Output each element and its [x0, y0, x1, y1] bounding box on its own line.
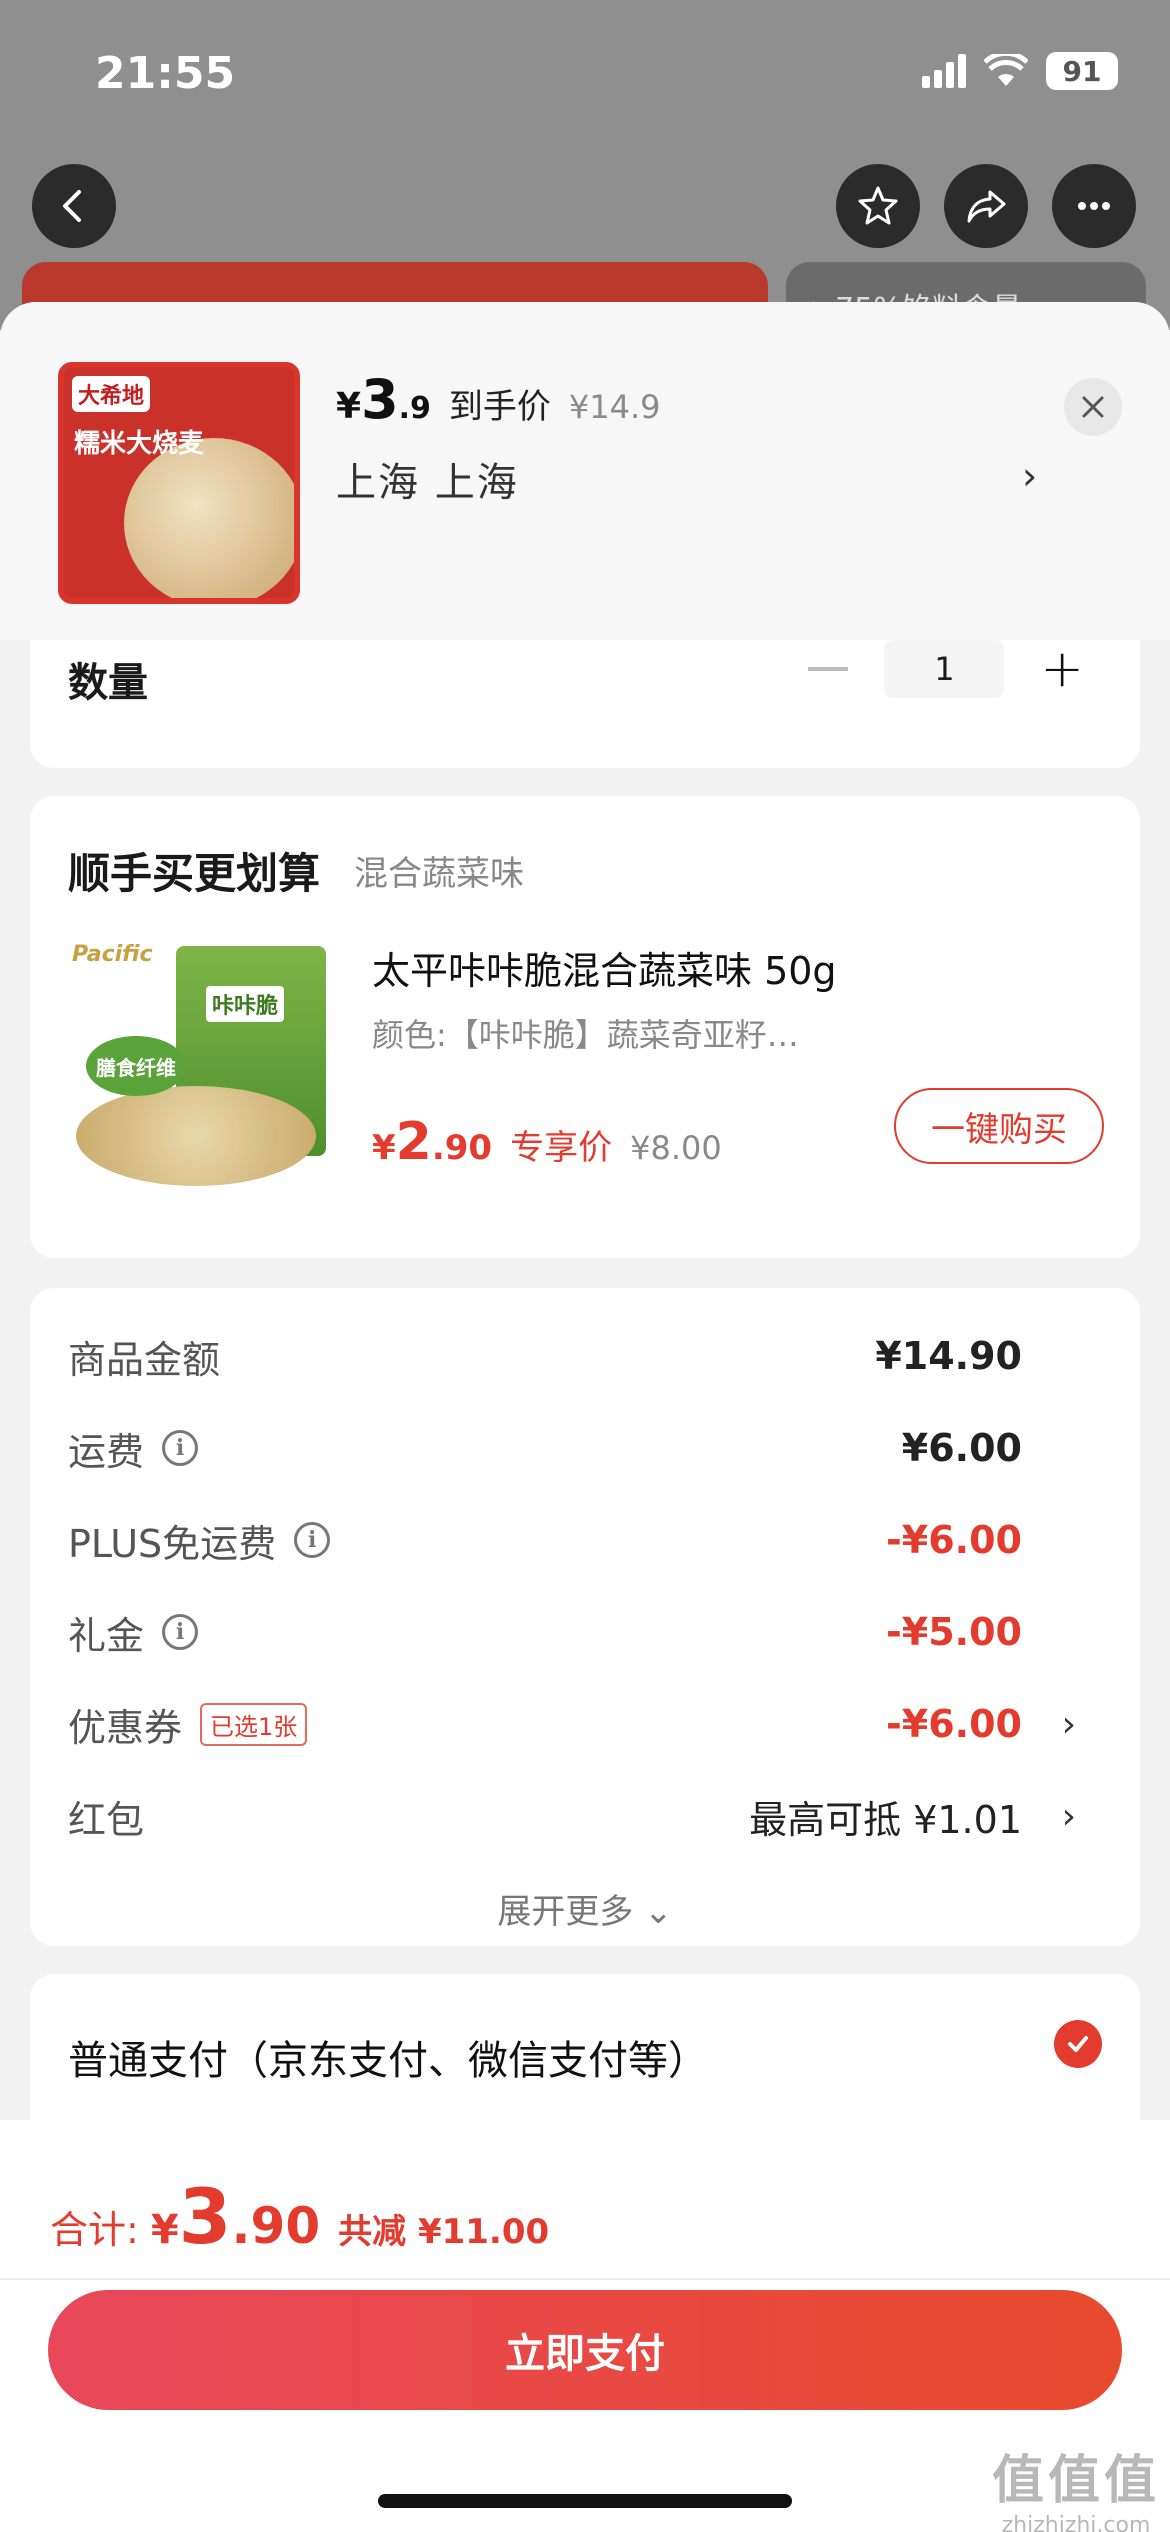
recommend-price: ¥2.90 专享价 ¥8.00 [372, 1112, 722, 1172]
check-icon[interactable] [1054, 2020, 1102, 2068]
share-button[interactable] [944, 164, 1028, 248]
chevron-left-icon [63, 190, 81, 222]
fee-value: ¥14.90 [875, 1334, 1022, 1378]
total-label: 合计: [50, 2208, 139, 2252]
product-price: ¥3.9 到手价 ¥14.9 [336, 368, 661, 431]
share-icon [967, 190, 1006, 223]
chevron-right-icon[interactable]: › [1062, 1796, 1076, 1837]
final-price-label: 到手价 [448, 387, 551, 427]
recommend-price-label: 专享价 [510, 1128, 613, 1168]
fee-value: -¥5.00 [886, 1610, 1022, 1654]
fee-row-gift: 礼金 i -¥5.00 [68, 1610, 1022, 1658]
payment-method-label[interactable]: 普通支付（京东支付、微信支付等） [68, 2028, 708, 2086]
fee-row-plus-shipping: PLUS免运费 i -¥6.00 [68, 1518, 1022, 1566]
chevron-right-icon[interactable]: › [1062, 1704, 1076, 1745]
status-time: 21:55 [95, 48, 236, 99]
original-price: ¥14.9 [568, 388, 661, 426]
total-savings: 共减 ¥11.00 [338, 2212, 550, 2252]
cellular-signal-icon [922, 54, 966, 88]
recommend-title: 顺手买更划算 [68, 849, 321, 898]
final-price: ¥3.9 [336, 368, 431, 431]
fee-row-coupon[interactable]: 优惠券 已选1张 -¥6.00 › [68, 1694, 1102, 1754]
chevron-down-icon: ⌄ [644, 1892, 673, 1932]
watermark: 值值值 zhizhizhi.com [991, 2451, 1160, 2532]
product-food-image [124, 438, 294, 598]
checkout-sheet: 大希地 糯米大烧麦 ¥3.9 到手价 ¥14.9 上海 上海 › 数量 1 + … [0, 302, 1170, 2122]
chevron-right-icon[interactable]: › [1022, 454, 1037, 498]
quantity-label: 数量 [68, 660, 148, 706]
close-button[interactable] [1064, 378, 1122, 436]
cracker-image [76, 1086, 316, 1186]
recommend-product-image[interactable]: 咔咔脆 Pacific 膳食纤维 [66, 936, 336, 1206]
order-total: 合计: ¥3.90 共减 ¥11.00 [50, 2172, 549, 2261]
coupon-selected-badge: 已选1张 [200, 1702, 308, 1746]
divider [0, 2278, 1170, 2280]
delivery-address[interactable]: 上海 上海 [336, 450, 519, 508]
recommend-original-price: ¥8.00 [630, 1129, 722, 1167]
wifi-icon [984, 54, 1028, 86]
fee-value: 最高可抵 ¥1.01 [749, 1797, 1022, 1842]
expand-more-button[interactable]: 展开更多 ⌄ [30, 1884, 1140, 1933]
background-page: 21:55 91 ≥75%馅料含量 [0, 0, 1170, 362]
close-icon [1082, 396, 1104, 418]
fee-value: ¥6.00 [901, 1426, 1022, 1470]
checkout-footer: 合计: ¥3.90 共减 ¥11.00 立即支付 值值值 zhizhizhi.c… [0, 2120, 1170, 2532]
recommend-product-name[interactable]: 太平咔咔脆混合蔬菜味 50g [372, 940, 837, 995]
back-button[interactable] [32, 164, 116, 248]
fee-row-shipping: 运费 i ¥6.00 [68, 1426, 1022, 1474]
favorite-button[interactable] [836, 164, 920, 248]
quantity-stepper[interactable]: 1 + [808, 640, 1084, 698]
payment-card: 普通支付（京东支付、微信支付等） [30, 1974, 1140, 2122]
fee-row-goods: 商品金额 ¥14.90 [68, 1334, 1022, 1382]
brand-logo: Pacific [72, 942, 153, 967]
quantity-card: 数量 1 + [30, 640, 1140, 768]
recommend-final-price: ¥2.90 [372, 1112, 493, 1172]
info-icon[interactable]: i [162, 1614, 199, 1650]
pay-now-button[interactable]: 立即支付 [48, 2290, 1122, 2410]
thumb-brand: 大希地 [72, 376, 151, 412]
recommend-product-spec[interactable]: 颜色:【咔咔脆】蔬菜奇亚籽… [372, 1010, 892, 1056]
more-dots-icon [1078, 202, 1110, 210]
info-icon[interactable]: i [162, 1430, 199, 1466]
fee-card: 商品金额 ¥14.90 运费 i ¥6.00 PLUS免运费 i -¥6.00 礼金… [30, 1288, 1140, 1946]
increase-button[interactable]: + [1040, 643, 1084, 695]
star-icon [858, 186, 898, 225]
fee-value: -¥6.00 [886, 1518, 1022, 1562]
product-thumbnail[interactable]: 大希地 糯米大烧麦 [58, 362, 300, 604]
thumb-product-name: 糯米大烧麦 [74, 429, 205, 459]
fee-row-red-packet[interactable]: 红包 最高可抵 ¥1.01 › [68, 1786, 1102, 1846]
quantity-value[interactable]: 1 [884, 640, 1005, 698]
status-icons: 91 [922, 52, 1118, 90]
fee-value: -¥6.00 [886, 1702, 1022, 1746]
one-click-buy-button[interactable]: 一键购买 [894, 1088, 1104, 1164]
info-icon[interactable]: i [294, 1522, 331, 1558]
decrease-button[interactable] [808, 667, 849, 671]
total-amount: ¥3.90 [150, 2172, 321, 2261]
home-indicator[interactable] [378, 2494, 792, 2508]
product-header: 大希地 糯米大烧麦 ¥3.9 到手价 ¥14.9 上海 上海 › [0, 302, 1170, 640]
more-button[interactable] [1052, 164, 1136, 248]
recommend-card: 顺手买更划算 混合蔬菜味 咔咔脆 Pacific 膳食纤维 太平咔咔脆混合蔬菜味… [30, 796, 1140, 1258]
recommend-subtitle: 混合蔬菜味 [354, 854, 524, 894]
fiber-badge: 膳食纤维 [86, 1036, 186, 1096]
battery-icon: 91 [1046, 52, 1118, 90]
